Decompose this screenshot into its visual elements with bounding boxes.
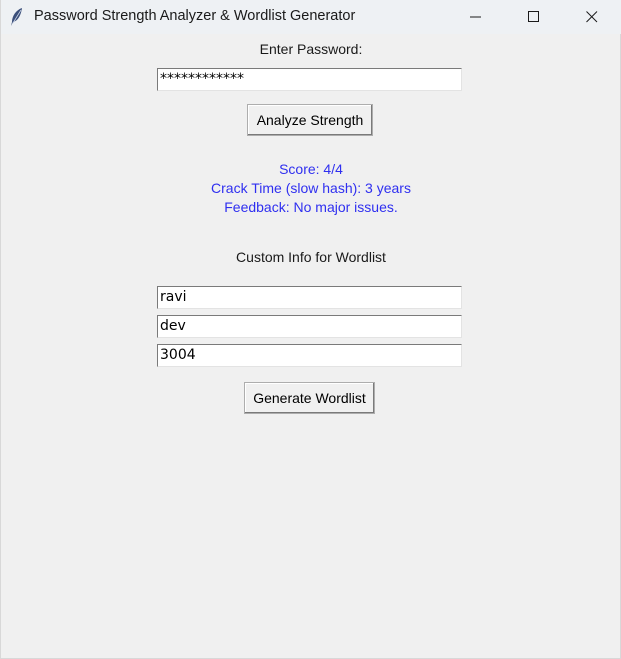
- wordlist-field-2[interactable]: dev: [157, 315, 462, 338]
- wordlist-field-1[interactable]: ravi: [157, 286, 462, 309]
- generate-wordlist-button[interactable]: Generate Wordlist: [244, 382, 375, 414]
- password-input[interactable]: ************: [157, 68, 462, 91]
- crack-time-text: Crack Time (slow hash): 3 years: [211, 180, 411, 196]
- close-icon: [586, 11, 598, 23]
- feather-icon: [10, 7, 24, 27]
- score-text: Score: 4/4: [279, 161, 343, 177]
- wordlist-label: Custom Info for Wordlist: [236, 249, 386, 265]
- minimize-icon: [470, 16, 481, 18]
- maximize-icon: [528, 11, 539, 22]
- close-button[interactable]: [569, 0, 615, 34]
- window-title: Password Strength Analyzer & Wordlist Ge…: [34, 8, 356, 24]
- app-window: Password Strength Analyzer & Wordlist Ge…: [0, 0, 621, 659]
- maximize-button[interactable]: [511, 0, 557, 34]
- password-label: Enter Password:: [259, 41, 363, 57]
- minimize-button[interactable]: [453, 0, 499, 34]
- wordlist-field-3[interactable]: 3004: [157, 344, 462, 367]
- analyze-strength-button[interactable]: Analyze Strength: [247, 104, 373, 136]
- title-bar[interactable]: Password Strength Analyzer & Wordlist Ge…: [1, 0, 621, 34]
- feedback-text: Feedback: No major issues.: [224, 199, 398, 215]
